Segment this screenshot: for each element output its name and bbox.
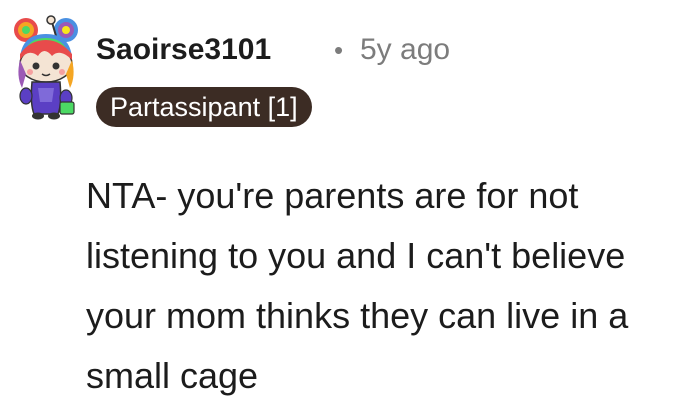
snoo-avatar-icon — [14, 15, 78, 120]
meta-separator: • — [334, 35, 344, 65]
user-flair-badge: Partassipant [1] — [96, 87, 312, 127]
comment-author-link[interactable]: Saoirse3101 — [96, 30, 271, 70]
comment-body: NTA- you're parents are for not listenin… — [86, 175, 629, 396]
comment: Saoirse3101 • 5y ago Partassipant [1] NT… — [0, 0, 700, 415]
comment-timestamp[interactable]: 5y ago — [360, 30, 450, 70]
user-avatar[interactable] — [8, 14, 84, 122]
